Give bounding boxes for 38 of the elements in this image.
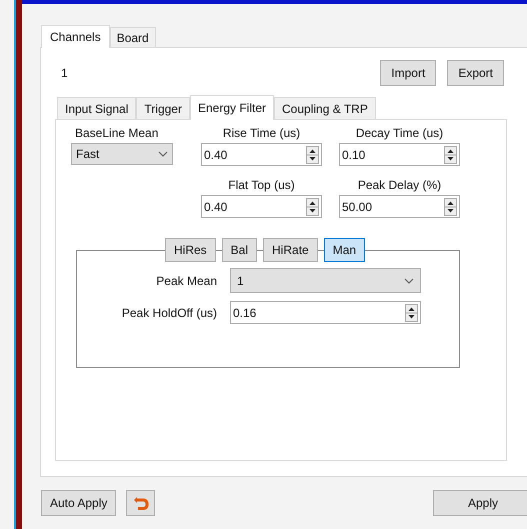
undo-button[interactable] [126,490,156,516]
spin-field[interactable]: 50.00 [339,195,460,218]
spin-field[interactable]: 0.16 [230,301,421,324]
apply-button[interactable]: Apply [433,490,527,516]
mode-button[interactable]: Bal [222,238,258,262]
chevron-icon [404,278,414,284]
field-label: Decay Time (us) [354,126,444,140]
dropdown[interactable]: Fast [71,143,173,165]
tab[interactable]: Board [110,27,156,47]
spinner-arrows-icon[interactable] [306,198,319,216]
tab[interactable]: Trigger [136,97,190,119]
tab[interactable]: Channels [41,25,110,48]
mode-button[interactable]: HiRes [165,238,216,262]
mode-button[interactable]: Man [324,238,366,262]
field-label: Peak HoldOff (us) [120,306,217,320]
import-export-button[interactable]: Import [380,60,436,86]
spinner-arrows-icon[interactable] [405,304,418,322]
spin-field[interactable]: 0.40 [201,195,322,218]
auto-apply-button[interactable]: Auto Apply [41,490,116,516]
spinner-arrows-icon[interactable] [306,146,319,164]
chevron-icon [158,151,168,157]
tab[interactable]: Coupling & TRP [274,97,376,119]
spinner-arrows-icon[interactable] [444,198,457,216]
undo-icon [132,495,149,511]
tab[interactable]: Input Signal [57,97,136,119]
channel-number: 1 [61,66,69,80]
tab[interactable]: Energy Filter [190,95,274,120]
spin-field[interactable]: 0.10 [339,143,460,166]
import-export-button[interactable]: Export [447,60,504,86]
field-label: Flat Top (us) [227,178,296,192]
field-label: Peak Mean [155,274,217,288]
spinner-arrows-icon[interactable] [444,146,457,164]
field-label: BaseLine Mean [75,126,158,140]
field-label: Rise Time (us) [222,126,302,140]
spin-field[interactable]: 0.40 [201,143,322,166]
field-label: Peak Delay (%) [356,178,442,192]
mode-button[interactable]: HiRate [263,238,318,262]
dropdown[interactable]: 1 [230,268,421,293]
